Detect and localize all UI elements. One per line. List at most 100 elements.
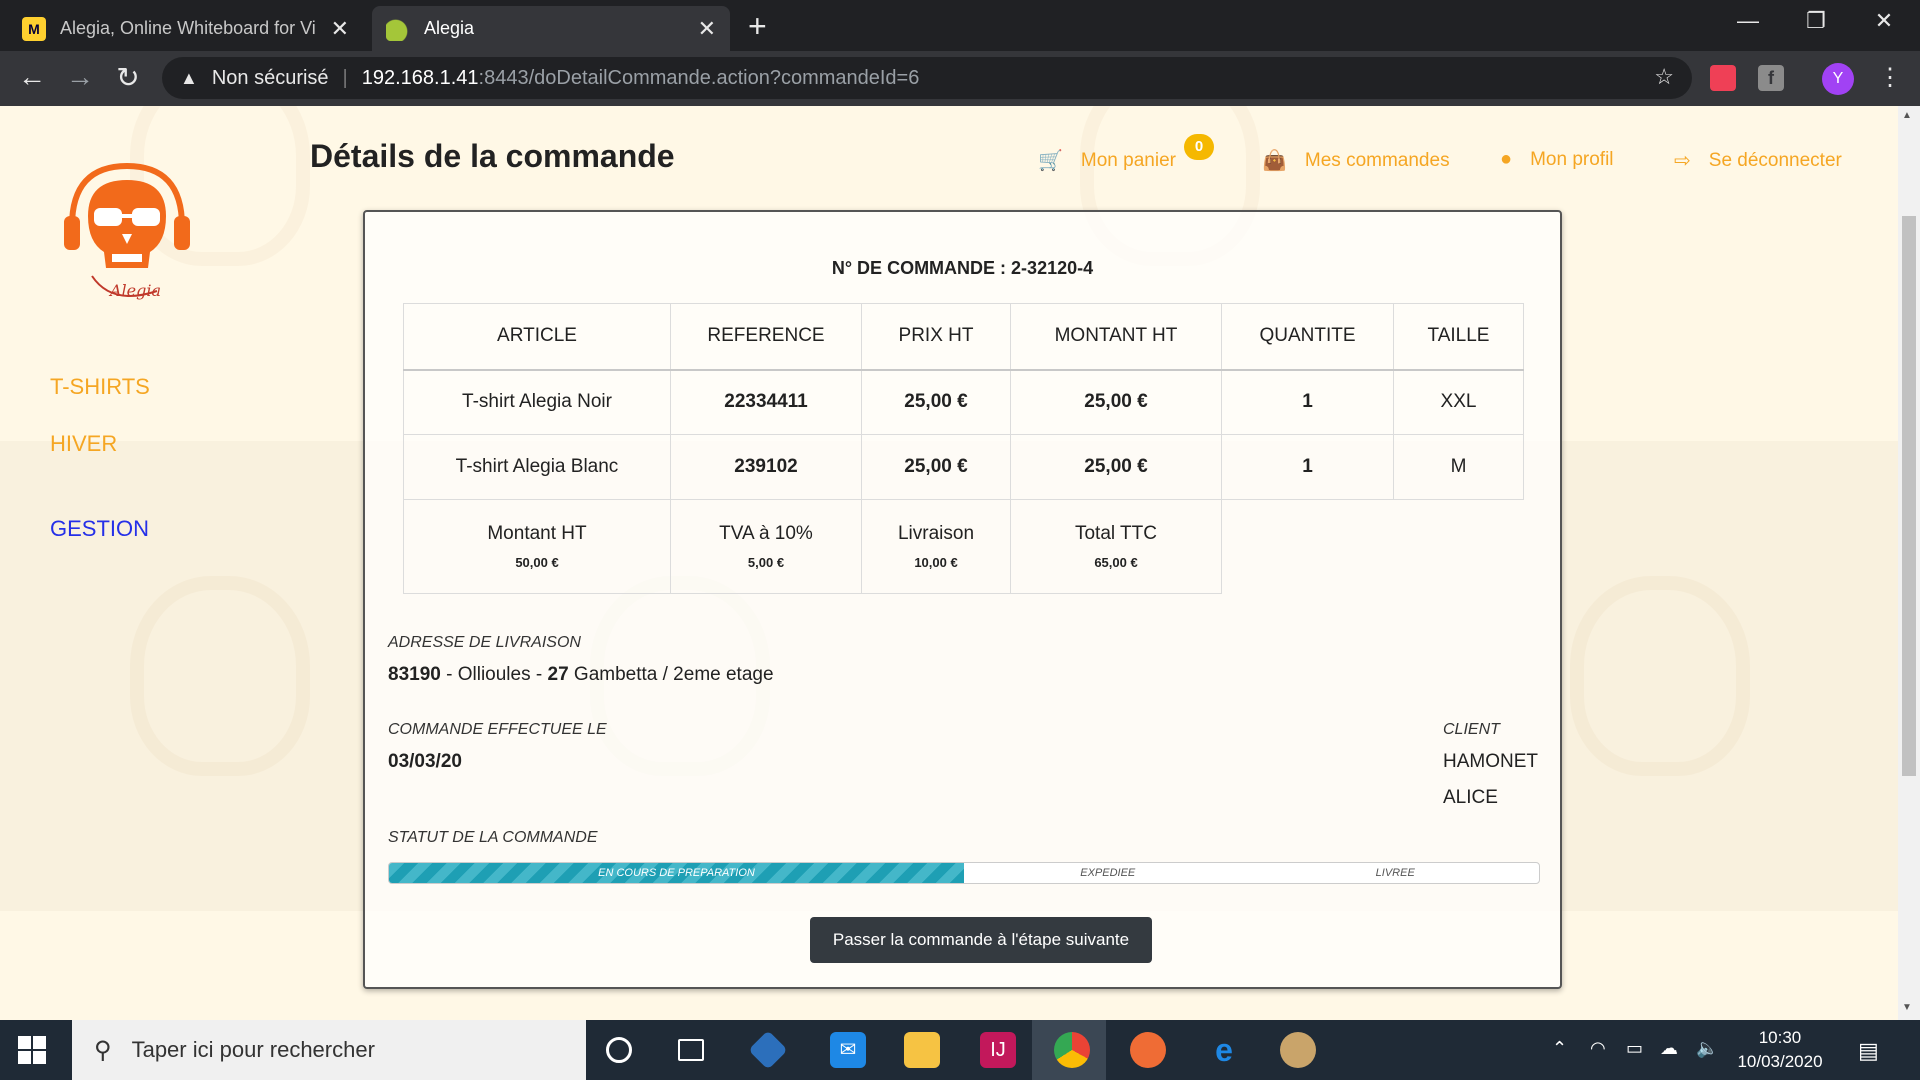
total-value: 5,00 €	[747, 555, 785, 570]
sidebar-item-tshirts[interactable]: T-SHIRTS	[50, 374, 150, 400]
client-last-name: HAMONET	[1443, 751, 1538, 772]
mail-icon[interactable]: ✉	[830, 1032, 866, 1068]
warning-icon: ▲	[180, 67, 198, 88]
facebook-extension-icon[interactable]: f	[1758, 65, 1784, 91]
paint-icon[interactable]	[1280, 1032, 1316, 1068]
security-label[interactable]: Non sécurisé	[212, 67, 329, 90]
client-first-name: ALICE	[1443, 787, 1498, 808]
browser-menu-icon[interactable]: ⋮	[1878, 63, 1902, 92]
table-row: T-shirt Alegia Blanc 239102 25,00 € 25,0…	[403, 434, 1524, 500]
price-cell: 25,00 €	[861, 369, 1011, 435]
search-placeholder: Taper ici pour rechercher	[131, 1037, 375, 1062]
column-header: PRIX HT	[861, 303, 1011, 371]
total-cell-tva: TVA à 10% 5,00 €	[670, 499, 862, 594]
total-cell-montant-ht: Montant HT 50,00 €	[403, 499, 671, 594]
street: Gambetta / 2eme etage	[568, 664, 774, 685]
table-header-row: ARTICLE REFERENCE PRIX HT MONTANT HT QUA…	[403, 303, 1524, 371]
taskbar-search-input[interactable]: ⚲ Taper ici pour rechercher	[72, 1020, 586, 1080]
close-tab-icon[interactable]: ✕	[698, 16, 716, 42]
address-separator: |	[342, 66, 348, 89]
nav-label: Mes commandes	[1304, 149, 1450, 171]
total-label: Montant HT	[487, 523, 587, 544]
file-explorer-icon[interactable]	[904, 1032, 940, 1068]
browser-tab-bar: M Alegia, Online Whiteboard for Vi ✕ Ale…	[0, 0, 1920, 51]
next-step-button[interactable]: Passer la commande à l'étape suivante	[810, 917, 1152, 963]
browser-toolbar: ← → ↻ ▲ Non sécurisé | 192.168.1.41 :844…	[0, 51, 1920, 106]
city: Ollioules	[457, 664, 531, 685]
reference-cell: 239102	[670, 434, 862, 500]
wifi-icon[interactable]: ◠	[1590, 1038, 1606, 1059]
total-label: Total TTC	[1074, 523, 1157, 544]
forward-button[interactable]: →	[62, 61, 98, 93]
chrome-icon[interactable]	[1054, 1032, 1090, 1068]
alegia-logo[interactable]: Alegia	[62, 156, 192, 316]
task-view-icon[interactable]	[678, 1039, 704, 1061]
new-tab-button[interactable]: +	[748, 8, 767, 45]
order-status-label: STATUT DE LA COMMANDE	[388, 829, 598, 846]
scroll-down-arrow-icon[interactable]: ▼	[1902, 1002, 1912, 1013]
close-window-button[interactable]: ✕	[1854, 8, 1914, 34]
battery-icon[interactable]: ▭	[1626, 1038, 1643, 1059]
search-icon: ⚲	[94, 1036, 112, 1064]
total-label: TVA à 10%	[719, 523, 813, 544]
scrollbar-thumb[interactable]	[1902, 216, 1916, 776]
windows-start-icon[interactable]	[18, 1036, 46, 1064]
nav-logout[interactable]: ⇨ Se déconnecter	[1674, 148, 1842, 173]
edge-icon[interactable]: e	[1206, 1032, 1242, 1068]
column-header: ARTICLE	[403, 303, 671, 371]
reload-button[interactable]: ↻	[110, 61, 146, 94]
reference-cell: 22334411	[670, 369, 862, 435]
show-hidden-icons-chevron-icon[interactable]: ⌃	[1552, 1038, 1567, 1059]
nav-my-profile[interactable]: ● Mon profil	[1500, 148, 1614, 171]
tab-alegia[interactable]: Alegia ✕	[372, 6, 730, 51]
nav-label: Mon panier	[1080, 149, 1176, 171]
nav-my-orders[interactable]: 👜 Mes commandes	[1262, 148, 1450, 173]
intellij-icon[interactable]: IJ	[980, 1032, 1016, 1068]
street-number: 27	[547, 664, 569, 685]
order-items-table: ARTICLE REFERENCE PRIX HT MONTANT HT QUA…	[403, 303, 1524, 594]
pocket-extension-icon[interactable]	[1710, 65, 1736, 91]
status-step-livree: LIVREE	[1375, 867, 1415, 879]
postman-icon[interactable]	[1130, 1032, 1166, 1068]
onedrive-icon[interactable]: ☁	[1660, 1038, 1678, 1059]
total-cell-livraison: Livraison 10,00 €	[861, 499, 1011, 594]
amount-cell: 25,00 €	[1010, 369, 1222, 435]
clock-time: 10:30	[1758, 1028, 1802, 1047]
address-separator: -	[440, 664, 458, 685]
address-separator: -	[530, 664, 548, 685]
cortana-icon[interactable]	[606, 1037, 632, 1063]
user-icon: ●	[1500, 148, 1513, 170]
sidebar-item-hiver[interactable]: HIVER	[50, 431, 117, 457]
taskbar-clock[interactable]: 10:30 10/03/2020	[1730, 1026, 1830, 1074]
minimize-button[interactable]: —	[1718, 8, 1778, 34]
profile-avatar[interactable]: Y	[1822, 63, 1854, 95]
status-step-expediee: EXPEDIEE	[1080, 867, 1136, 879]
total-value: 65,00 €	[1094, 555, 1138, 570]
empty-cell	[1394, 500, 1524, 594]
close-tab-icon[interactable]: ✕	[331, 16, 349, 42]
page-scrollbar[interactable]: ▲ ▼	[1898, 106, 1920, 1020]
background-skull-watermark	[1570, 576, 1750, 776]
sidebar-item-gestion[interactable]: GESTION	[50, 516, 149, 542]
maximize-button[interactable]: ❐	[1786, 8, 1846, 34]
url-host: 192.168.1.41	[361, 66, 479, 89]
total-value: 50,00 €	[515, 555, 559, 570]
delivery-address: 83190 - Ollioules - 27 Gambetta / 2eme e…	[388, 664, 774, 686]
volume-icon[interactable]: 🔈	[1696, 1038, 1718, 1059]
page-content: Alegia Détails de la commande 🛒 Mon pani…	[0, 106, 1898, 1020]
column-header: QUANTITE	[1221, 303, 1394, 371]
bookmark-star-icon[interactable]: ☆	[1654, 64, 1674, 90]
tab-miro[interactable]: M Alegia, Online Whiteboard for Vi ✕	[8, 6, 363, 51]
status-step-current: EN COURS DE PREPARATION	[389, 863, 964, 883]
notifications-icon[interactable]: ▤	[1858, 1038, 1879, 1064]
windows-taskbar: ⚲ Taper ici pour rechercher ✉ IJ e ⌃ ◠ ▭…	[0, 1020, 1920, 1080]
nav-cart[interactable]: 🛒 Mon panier	[1038, 148, 1176, 173]
miro-icon: M	[22, 16, 46, 41]
git-client-icon[interactable]	[748, 1030, 788, 1070]
back-button[interactable]: ←	[14, 61, 50, 93]
address-bar[interactable]: ▲ Non sécurisé | 192.168.1.41 :8443/doDe…	[162, 57, 1692, 99]
article-cell: T-shirt Alegia Blanc	[403, 434, 671, 500]
scroll-up-arrow-icon[interactable]: ▲	[1902, 110, 1912, 121]
order-status-progress: EN COURS DE PREPARATION EXPEDIEE LIVREE	[388, 862, 1540, 884]
tab-title: Alegia	[424, 18, 475, 38]
